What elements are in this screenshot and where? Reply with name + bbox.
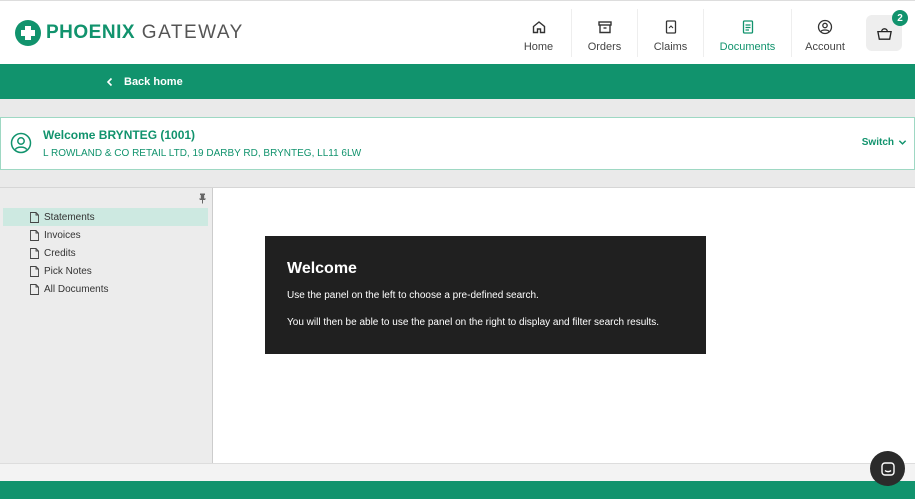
claim-document-icon [665, 20, 676, 34]
logo-text: PHOENIX GATEWAY [46, 22, 244, 43]
pin-icon[interactable] [197, 193, 208, 204]
phoenix-gateway-logo[interactable]: PHOENIX GATEWAY [15, 19, 244, 47]
list-item-label: Pick Notes [44, 265, 92, 277]
welcome-message-box: Welcome Use the panel on the left to cho… [265, 236, 706, 354]
user-circle-icon [10, 132, 32, 154]
chat-icon [880, 461, 895, 476]
chat-launcher-button[interactable] [870, 451, 905, 486]
nav-claims[interactable]: Claims [638, 9, 704, 57]
list-item-label: Invoices [44, 229, 81, 241]
list-item-label: Statements [44, 211, 95, 223]
document-icon [30, 266, 39, 277]
account-address: L ROWLAND & CO RETAIL LTD, 19 DARBY RD, … [43, 148, 362, 159]
list-item-credits[interactable]: Credits [3, 244, 208, 262]
welcome-instruction-2: You will then be able to use the panel o… [287, 317, 660, 328]
documents-icon [742, 20, 753, 34]
nav-account[interactable]: Account [792, 9, 858, 57]
list-item-invoices[interactable]: Invoices [3, 226, 208, 244]
account-banner: Welcome BRYNTEG (1001) L ROWLAND & CO RE… [0, 117, 915, 170]
home-icon [532, 21, 545, 34]
spacer [0, 170, 915, 188]
document-icon [30, 284, 39, 295]
list-item-all-documents[interactable]: All Documents [3, 280, 208, 298]
nav-account-label: Account [805, 41, 845, 53]
cross-logo-icon [15, 20, 41, 46]
document-icon [30, 248, 39, 259]
basket-icon [876, 27, 892, 40]
list-item-pick-notes[interactable]: Pick Notes [3, 262, 208, 280]
welcome-title: Welcome [287, 260, 357, 277]
footer-spacer [0, 463, 915, 481]
nav-documents-label: Documents [719, 41, 776, 53]
top-header: PHOENIX GATEWAY Home Orders Claims Docum… [0, 0, 915, 64]
footer-bar [0, 481, 915, 499]
nav-claims-label: Claims [653, 41, 688, 53]
nav-orders[interactable]: Orders [572, 9, 638, 57]
search-panel: Statements Invoices Credits Pick Notes A… [0, 188, 213, 463]
list-item-label: All Documents [44, 283, 109, 295]
back-home-label: Back home [124, 75, 183, 88]
basket-button[interactable]: 2 [866, 10, 908, 51]
nav-home[interactable]: Home [506, 9, 572, 57]
main-nav: Home Orders Claims Documents Account [506, 9, 858, 57]
document-search-list: Statements Invoices Credits Pick Notes A… [3, 208, 208, 298]
user-circle-icon [817, 19, 833, 35]
switch-account-button[interactable]: Switch [862, 137, 907, 148]
results-panel: Welcome Use the panel on the left to cho… [214, 188, 915, 463]
list-item-statements[interactable]: Statements [3, 208, 208, 226]
welcome-instruction-1: Use the panel on the left to choose a pr… [287, 290, 539, 301]
back-home-link[interactable]: Back home [105, 64, 183, 99]
account-welcome-title: Welcome BRYNTEG (1001) [43, 128, 196, 142]
spacer [0, 99, 915, 117]
chevron-down-icon [898, 140, 907, 145]
list-item-label: Credits [44, 247, 76, 259]
nav-orders-label: Orders [587, 41, 622, 53]
back-bar: Back home [0, 64, 915, 99]
archive-box-icon [597, 21, 612, 34]
chevron-left-icon [106, 77, 113, 86]
document-icon [30, 230, 39, 241]
nav-documents[interactable]: Documents [704, 9, 792, 57]
switch-label: Switch [861, 137, 894, 148]
basket-count-badge: 2 [892, 10, 908, 26]
nav-home-label: Home [523, 41, 554, 53]
document-icon [30, 212, 39, 223]
